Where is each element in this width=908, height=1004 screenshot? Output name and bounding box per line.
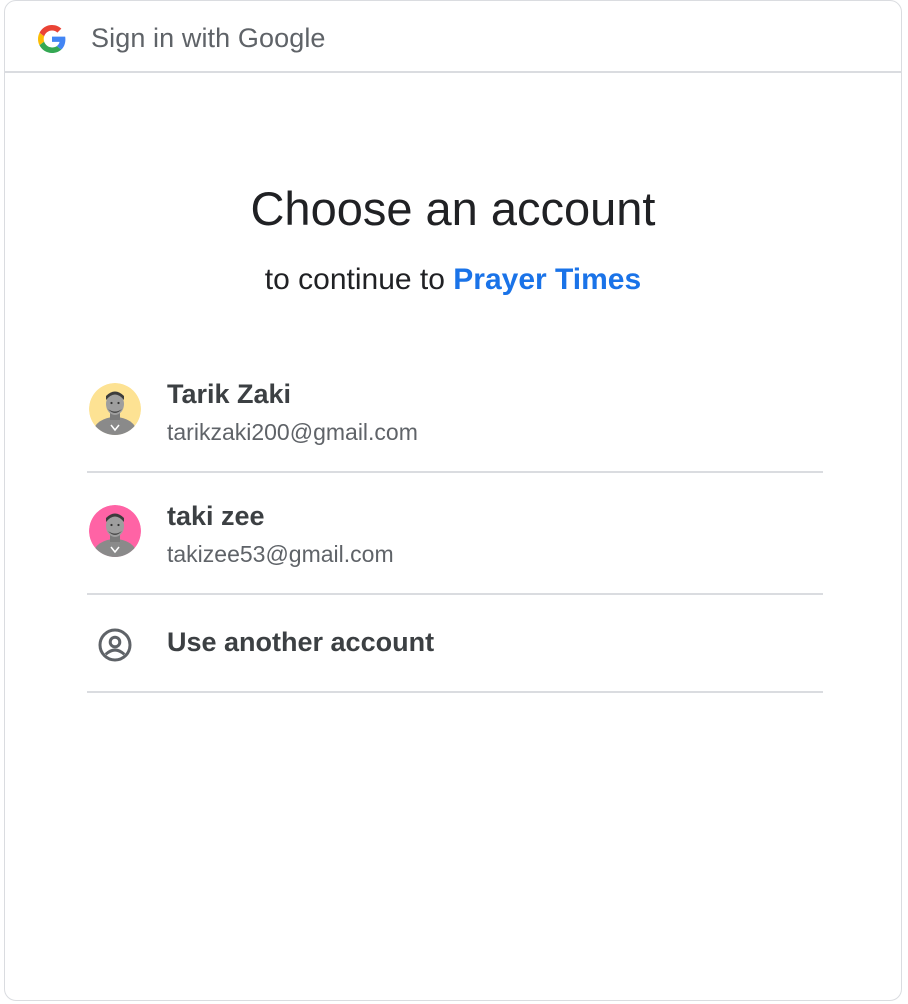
subtitle-prefix: to continue to [264,263,454,296]
use-another-account-label: Use another account [167,627,435,657]
app-name-link[interactable]: Prayer Times [453,263,641,296]
sign-in-header: Sign in with Google [5,1,901,73]
google-g-icon [38,25,66,53]
account-list: Tarik Zaki tarikzaki200@gmail.com taki z… [87,351,823,693]
account-row[interactable]: Tarik Zaki tarikzaki200@gmail.com [87,351,823,473]
account-name: taki zee [167,501,265,531]
profile-photo-avatar [89,383,141,435]
account-circle-icon [98,628,132,662]
use-another-account-button[interactable]: Use another account [87,595,823,693]
account-row[interactable]: taki zee takizee53@gmail.com [87,473,823,595]
account-email: tarikzaki200@gmail.com [167,419,418,445]
profile-photo-avatar [89,505,141,557]
sign-in-card: Sign in with Google Choose an account to… [4,0,902,1001]
account-name: Tarik Zaki [167,379,292,409]
page-subtitle: to continue to Prayer Times [5,263,901,297]
header-title: Sign in with Google [91,23,326,53]
page-title: Choose an account [250,182,656,235]
account-email: takizee53@gmail.com [167,541,394,567]
